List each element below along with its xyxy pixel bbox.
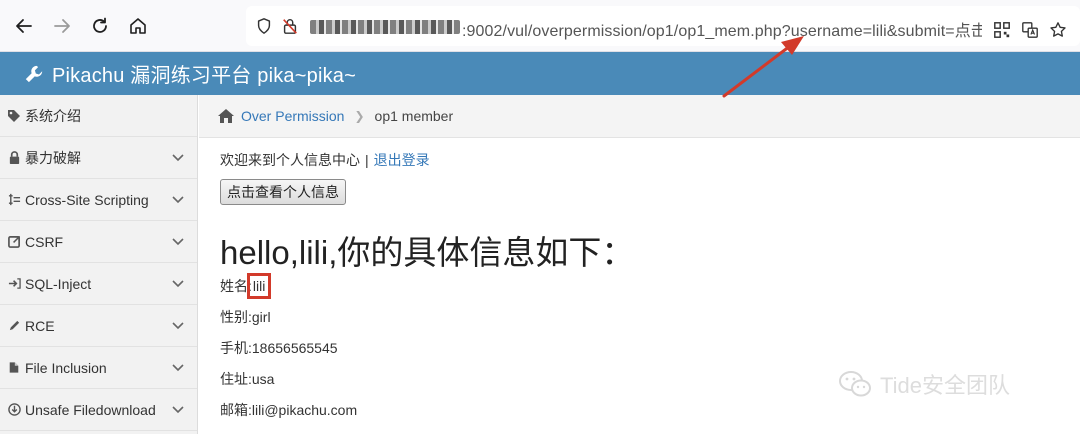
chevron-down-icon[interactable] bbox=[171, 276, 185, 290]
sidebar-item-label: SQL-Inject bbox=[25, 275, 92, 292]
breadcrumb-current: op1 member bbox=[374, 108, 454, 124]
logout-link[interactable]: 退出登录 bbox=[374, 152, 430, 168]
phone-field: 手机:18656565545 bbox=[220, 340, 338, 356]
welcome-line: 欢迎来到个人信息中心 | 退出登录 bbox=[220, 150, 430, 170]
address-bar[interactable]: :9002/vul/overpermission/op1/op1_mem.php… bbox=[246, 6, 1080, 46]
download-icon bbox=[7, 403, 21, 417]
greeting-heading: hello,lili,你的具体信息如下： bbox=[220, 234, 635, 271]
chevron-down-icon[interactable] bbox=[171, 150, 185, 164]
address-field: 住址:usa bbox=[220, 371, 275, 387]
breadcrumb-link-over-permission[interactable]: Over Permission bbox=[241, 108, 344, 124]
arrow-left-icon bbox=[16, 19, 32, 33]
sidebar-item-xss[interactable]: Cross-Site Scripting bbox=[0, 179, 197, 221]
sidebar-item-label: RCE bbox=[25, 317, 55, 334]
sidebar-item-label: 系统介绍 bbox=[25, 107, 81, 124]
app-title[interactable]: Pikachu 漏洞练习平台 pika~pika~ bbox=[52, 59, 356, 88]
insecure-lock-icon[interactable] bbox=[280, 16, 300, 36]
welcome-text: 欢迎来到个人信息中心 bbox=[220, 152, 360, 168]
shield-icon[interactable] bbox=[254, 16, 274, 36]
view-profile-button[interactable]: 点击查看个人信息 bbox=[220, 179, 346, 205]
wechat-icon bbox=[839, 371, 871, 397]
chevron-down-icon[interactable] bbox=[171, 402, 185, 416]
name-field: 姓名:lili bbox=[220, 273, 272, 299]
sidebar-item-label: File Inclusion bbox=[25, 359, 107, 376]
chevron-down-icon[interactable] bbox=[171, 192, 185, 206]
bookmark-star-icon[interactable] bbox=[1048, 20, 1068, 40]
breadcrumb: Over Permission ❯ op1 member bbox=[199, 95, 1080, 138]
breadcrumb-separator-icon: ❯ bbox=[354, 109, 365, 123]
translate-icon[interactable] bbox=[1020, 20, 1040, 40]
sidebar-item-bruteforce[interactable]: 暴力破解 bbox=[0, 137, 197, 179]
chevron-down-icon[interactable] bbox=[171, 318, 185, 332]
sidebar-item-intro[interactable]: 系统介绍 bbox=[0, 95, 197, 137]
pencil-icon bbox=[7, 319, 21, 333]
list-icon bbox=[7, 193, 21, 207]
sidebar-item-label: CSRF bbox=[25, 233, 64, 250]
chevron-down-icon[interactable] bbox=[171, 360, 185, 374]
watermark: Tide安全团队 bbox=[838, 368, 1010, 400]
reload-icon bbox=[93, 17, 107, 33]
chevron-down-icon[interactable] bbox=[171, 234, 185, 248]
tags-icon bbox=[7, 109, 21, 123]
sidebar-item-label: Cross-Site Scripting bbox=[25, 191, 149, 208]
sidebar-item-unsafe-download[interactable]: Unsafe Filedownload bbox=[0, 389, 197, 431]
name-label: 姓名: bbox=[220, 278, 252, 294]
sidebar-item-label: Unsafe Filedownload bbox=[25, 401, 156, 418]
back-button[interactable] bbox=[10, 12, 38, 40]
wrench-icon bbox=[24, 63, 46, 85]
browser-toolbar: :9002/vul/overpermission/op1/op1_mem.php… bbox=[0, 0, 1080, 52]
url-text[interactable]: :9002/vul/overpermission/op1/op1_mem.php… bbox=[462, 17, 982, 41]
file-icon bbox=[7, 361, 21, 375]
redacted-host bbox=[310, 20, 460, 34]
forward-button[interactable] bbox=[48, 12, 76, 40]
watermark-text: Tide安全团队 bbox=[880, 373, 1010, 398]
sidebar: 系统介绍 暴力破解 Cross-Site Scripting CSRF SQL-… bbox=[0, 95, 198, 434]
welcome-separator: | bbox=[365, 152, 369, 168]
name-value: lili bbox=[246, 273, 272, 299]
reload-button[interactable] bbox=[86, 12, 114, 40]
gender-field: 性别:girl bbox=[220, 309, 271, 325]
sidebar-item-csrf[interactable]: CSRF bbox=[0, 221, 197, 263]
home-icon[interactable] bbox=[217, 108, 235, 124]
sign-in-icon bbox=[7, 277, 21, 291]
sidebar-item-sqli[interactable]: SQL-Inject bbox=[0, 263, 197, 305]
external-link-icon bbox=[7, 235, 21, 249]
lock-icon bbox=[7, 151, 21, 165]
qr-code-icon[interactable] bbox=[992, 20, 1012, 40]
sidebar-item-label: 暴力破解 bbox=[25, 149, 81, 166]
sidebar-item-file-inclusion[interactable]: File Inclusion bbox=[0, 347, 197, 389]
arrow-right-icon bbox=[54, 19, 70, 33]
app-header: Pikachu 漏洞练习平台 pika~pika~ bbox=[0, 52, 1080, 95]
home-button[interactable] bbox=[124, 12, 152, 40]
email-field: 邮箱:lili@pikachu.com bbox=[220, 402, 358, 418]
home-icon bbox=[130, 18, 146, 34]
sidebar-item-rce[interactable]: RCE bbox=[0, 305, 197, 347]
